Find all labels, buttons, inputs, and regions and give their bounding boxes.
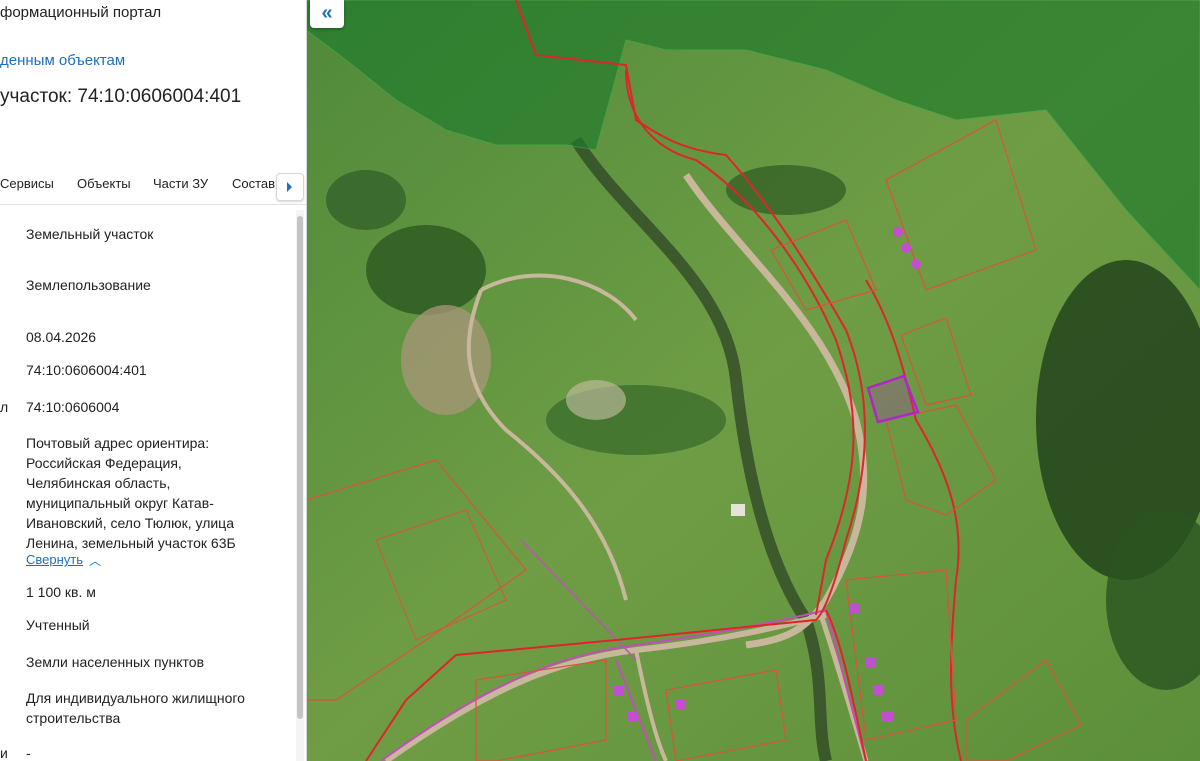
building xyxy=(850,603,860,613)
address-value: Почтовый адрес ориентира: Российская Фед… xyxy=(26,435,236,551)
area-value: 1 100 кв. м xyxy=(26,584,96,600)
marker xyxy=(901,243,911,253)
date-value: 08.04.2026 xyxy=(26,329,97,345)
cad-number-value: 74:10:0606004:401 xyxy=(26,362,147,378)
building xyxy=(676,700,686,710)
object-title: участок: 74:10:0606004:401 xyxy=(0,86,242,107)
tab-objects[interactable]: Объекты xyxy=(77,176,131,191)
tree-cluster xyxy=(326,170,406,230)
building xyxy=(873,685,883,695)
chevron-right-icon xyxy=(287,182,292,192)
satellite-map[interactable] xyxy=(306,0,1200,761)
info-panel: формационный портал денным объектам учас… xyxy=(0,0,307,761)
building xyxy=(614,686,624,696)
back-to-objects-link[interactable]: денным объектам xyxy=(0,52,125,69)
category-value: Земли населенных пунктов xyxy=(26,654,205,670)
tab-parcel-parts[interactable]: Части ЗУ xyxy=(153,176,208,191)
portal-title: формационный портал xyxy=(0,4,162,21)
collapse-panel-button[interactable]: « xyxy=(310,0,344,28)
marker xyxy=(893,227,903,237)
map-view[interactable] xyxy=(306,0,1200,761)
tabs-next-button[interactable] xyxy=(276,173,304,201)
tab-bar: Сервисы Объекты Части ЗУ Состав xyxy=(0,168,306,205)
last-label-fragment: и xyxy=(0,745,8,761)
permitted-use-value: Для индивидуального жилищного строительс… xyxy=(26,690,245,726)
chevron-up-icon[interactable]: ︿ xyxy=(89,552,101,569)
building xyxy=(866,658,876,668)
collapse-link[interactable]: Свернуть xyxy=(26,552,83,567)
status-value: Учтенный xyxy=(26,617,90,633)
panel-scrollbar[interactable] xyxy=(296,210,304,761)
quarter-value: 74:10:0606004 xyxy=(26,399,120,415)
bare-ground xyxy=(566,380,626,420)
tree-cluster xyxy=(366,225,486,315)
bare-ground xyxy=(401,305,491,415)
building xyxy=(731,504,745,516)
object-type-value: Земельный участок xyxy=(26,226,154,242)
building xyxy=(628,712,638,722)
scrollbar-thumb[interactable] xyxy=(297,216,303,719)
tab-composition[interactable]: Состав xyxy=(232,176,275,191)
tab-services[interactable]: Сервисы xyxy=(0,176,54,191)
building xyxy=(881,712,893,722)
kind-value: Землепользование xyxy=(26,277,151,293)
quarter-label-fragment: л xyxy=(0,399,9,415)
last-value: - xyxy=(26,745,31,761)
tree-cluster xyxy=(726,165,846,215)
marker xyxy=(911,259,921,269)
